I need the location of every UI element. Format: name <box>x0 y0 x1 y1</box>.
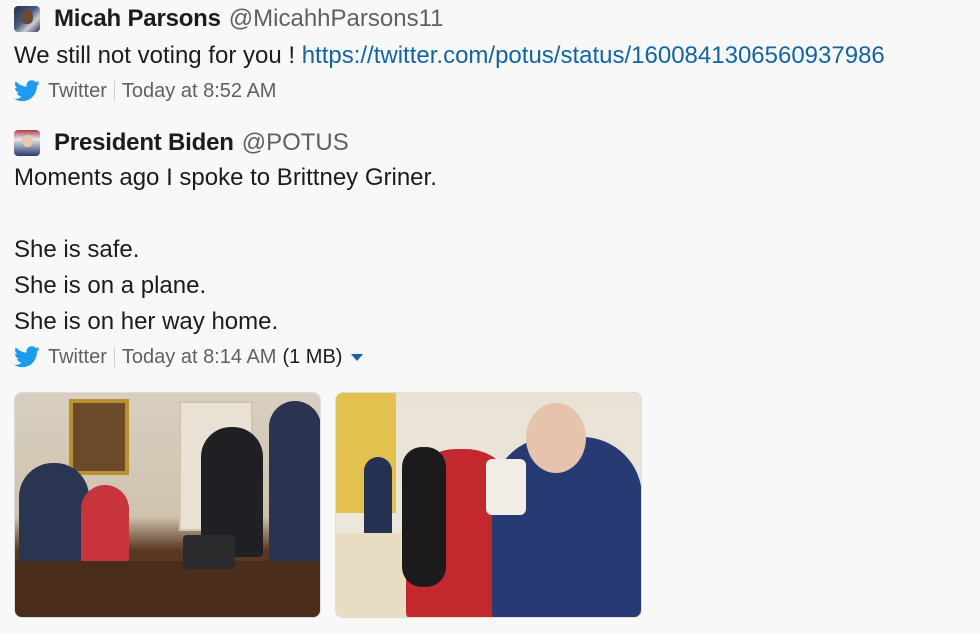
phone <box>183 535 235 569</box>
author-handle[interactable]: @MicahhParsons11 <box>229 5 444 33</box>
message-paragraph <box>14 196 970 232</box>
timestamp[interactable]: Today at 8:52 AM <box>122 80 277 103</box>
message-president-biden: President Biden @POTUS Moments ago I spo… <box>14 128 970 372</box>
person-standing-2 <box>269 401 320 571</box>
message-text: We still not voting for you ! <box>14 42 302 69</box>
twitter-bird-icon <box>14 80 40 102</box>
author-handle[interactable]: @POTUS <box>242 129 349 157</box>
desk <box>15 561 320 617</box>
message-paragraph: She is safe. <box>14 236 140 263</box>
portrait-frame <box>69 399 129 475</box>
divider <box>113 347 115 367</box>
message-meta: Twitter Today at 8:14 AM (1 MB) <box>14 342 970 372</box>
caret-down-icon[interactable] <box>351 353 364 361</box>
message-paragraph: She is on a plane. <box>14 272 207 299</box>
author-name[interactable]: Micah Parsons <box>54 5 221 33</box>
source-label[interactable]: Twitter <box>48 346 107 369</box>
attachment-image-oval-office-call[interactable] <box>14 392 321 618</box>
tweet-link[interactable]: https://twitter.com/potus/status/1600841… <box>302 42 885 69</box>
image-attachments <box>14 392 642 618</box>
message-paragraph: She is on her way home. <box>14 308 279 335</box>
lamp <box>486 459 526 515</box>
person-red <box>81 485 129 565</box>
message-paragraph: Moments ago I spoke to Brittney Griner. <box>14 164 437 191</box>
twitter-bird-icon <box>14 346 40 368</box>
message-header: Micah Parsons @MicahhParsons11 <box>14 4 970 34</box>
message-body: Moments ago I spoke to Brittney Griner. … <box>14 160 970 340</box>
face <box>526 403 586 473</box>
hair <box>402 447 446 587</box>
attachment-image-embrace[interactable] <box>335 392 642 618</box>
avatar[interactable] <box>14 130 40 156</box>
message-meta: Twitter Today at 8:52 AM <box>14 76 970 106</box>
avatar[interactable] <box>14 6 40 32</box>
message-micah-parsons: Micah Parsons @MicahhParsons11 We still … <box>14 4 970 106</box>
timestamp[interactable]: Today at 8:14 AM <box>122 346 277 369</box>
source-label[interactable]: Twitter <box>48 80 107 103</box>
divider <box>113 81 115 101</box>
attachment-size: (1 MB) <box>282 345 343 368</box>
message-header: President Biden @POTUS <box>14 128 970 158</box>
message-body: We still not voting for you ! https://tw… <box>14 38 970 74</box>
author-name[interactable]: President Biden <box>54 129 234 157</box>
